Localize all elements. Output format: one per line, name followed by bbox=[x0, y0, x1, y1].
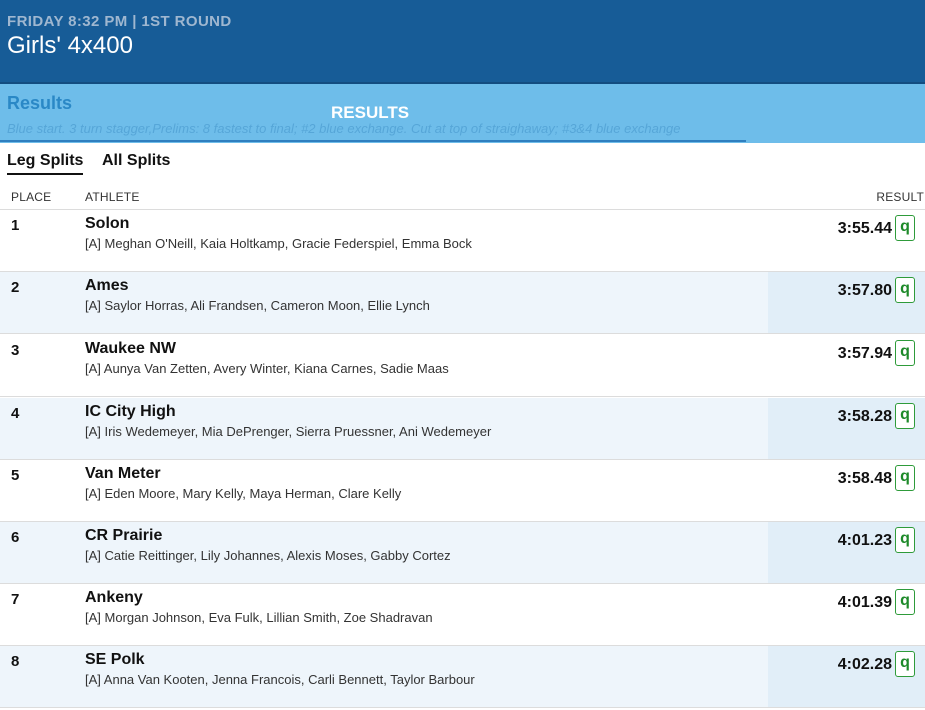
row-time: 3:57.80 bbox=[837, 282, 892, 299]
row-team[interactable]: CR Prairie bbox=[85, 527, 162, 545]
row-team[interactable]: IC City High bbox=[85, 403, 176, 421]
row-time: 3:57.94 bbox=[837, 345, 892, 362]
qualifier-badge: q bbox=[895, 589, 915, 615]
row-place: 6 bbox=[11, 529, 20, 546]
row-place: 8 bbox=[11, 653, 20, 670]
row-place: 5 bbox=[11, 467, 20, 484]
row-place: 7 bbox=[11, 591, 20, 608]
event-header: FRIDAY 8:32 PM | 1ST ROUND Girls' 4x400 bbox=[0, 0, 925, 84]
event-title: Girls' 4x400 bbox=[7, 32, 133, 59]
row-time: 4:02.28 bbox=[837, 656, 892, 673]
row-team[interactable]: Van Meter bbox=[85, 465, 161, 483]
row-athletes: [A] Morgan Johnson, Eva Fulk, Lillian Sm… bbox=[85, 610, 433, 625]
qualifier-badge: q bbox=[895, 465, 915, 491]
row-team[interactable]: Ankeny bbox=[85, 589, 143, 607]
column-header-result: RESULT bbox=[876, 190, 924, 204]
row-place: 2 bbox=[11, 279, 20, 296]
row-athletes: [A] Aunya Van Zetten, Avery Winter, Kian… bbox=[85, 361, 449, 376]
row-time: 4:01.39 bbox=[837, 594, 892, 611]
qualifier-badge: q bbox=[895, 215, 915, 241]
row-athletes: [A] Catie Reittinger, Lily Johannes, Ale… bbox=[85, 548, 451, 563]
table-row[interactable]: 3 Waukee NW [A] Aunya Van Zetten, Avery … bbox=[0, 335, 925, 397]
row-time: 3:55.44 bbox=[837, 220, 892, 237]
row-time: 3:58.48 bbox=[837, 470, 892, 487]
row-time: 4:01.23 bbox=[837, 532, 892, 549]
row-athletes: [A] Meghan O'Neill, Kaia Holtkamp, Graci… bbox=[85, 236, 472, 251]
row-athletes: [A] Anna Van Kooten, Jenna Francois, Car… bbox=[85, 672, 475, 687]
row-time: 3:58.28 bbox=[837, 408, 892, 425]
qualifier-badge: q bbox=[895, 277, 915, 303]
row-athletes: [A] Iris Wedemeyer, Mia DePrenger, Sierr… bbox=[85, 424, 492, 439]
qualifier-badge: q bbox=[895, 527, 915, 553]
table-row[interactable]: 1 Solon [A] Meghan O'Neill, Kaia Holtkam… bbox=[0, 210, 925, 272]
table-row[interactable]: 7 Ankeny [A] Morgan Johnson, Eva Fulk, L… bbox=[0, 584, 925, 646]
row-place: 1 bbox=[11, 217, 20, 234]
tab-leg-splits[interactable]: Leg Splits bbox=[7, 152, 84, 175]
results-center-label: RESULTS bbox=[331, 103, 410, 122]
table-row[interactable]: 5 Van Meter [A] Eden Moore, Mary Kelly, … bbox=[0, 460, 925, 522]
qualifier-badge: q bbox=[895, 403, 915, 429]
banner-underline bbox=[0, 140, 746, 142]
row-place: 4 bbox=[11, 405, 20, 422]
table-row[interactable]: 4 IC City High [A] Iris Wedemeyer, Mia D… bbox=[0, 398, 925, 460]
qualifier-badge: q bbox=[895, 651, 915, 677]
table-row[interactable]: 2 Ames [A] Saylor Horras, Ali Frandsen, … bbox=[0, 272, 925, 334]
qualifier-badge: q bbox=[895, 340, 915, 366]
event-meta: FRIDAY 8:32 PM | 1ST ROUND bbox=[7, 13, 232, 30]
row-team[interactable]: SE Polk bbox=[85, 651, 145, 669]
row-team[interactable]: Solon bbox=[85, 215, 129, 233]
results-label: Results bbox=[7, 93, 73, 113]
column-header-athlete: ATHLETE bbox=[85, 190, 140, 204]
column-header-place: PLACE bbox=[11, 190, 52, 204]
results-banner: Results RESULTS Blue start. 3 turn stagg… bbox=[0, 84, 925, 143]
row-athletes: [A] Eden Moore, Mary Kelly, Maya Herman,… bbox=[85, 486, 402, 501]
split-tabs: Leg Splits All Splits bbox=[0, 143, 925, 179]
row-team[interactable]: Ames bbox=[85, 277, 129, 295]
table-row[interactable]: 8 SE Polk [A] Anna Van Kooten, Jenna Fra… bbox=[0, 646, 925, 708]
tab-all-splits[interactable]: All Splits bbox=[102, 152, 170, 173]
table-row[interactable]: 6 CR Prairie [A] Catie Reittinger, Lily … bbox=[0, 522, 925, 584]
event-note: Blue start. 3 turn stagger,Prelims: 8 fa… bbox=[7, 121, 681, 136]
row-team[interactable]: Waukee NW bbox=[85, 340, 176, 358]
row-athletes: [A] Saylor Horras, Ali Frandsen, Cameron… bbox=[85, 298, 430, 313]
row-place: 3 bbox=[11, 342, 20, 359]
